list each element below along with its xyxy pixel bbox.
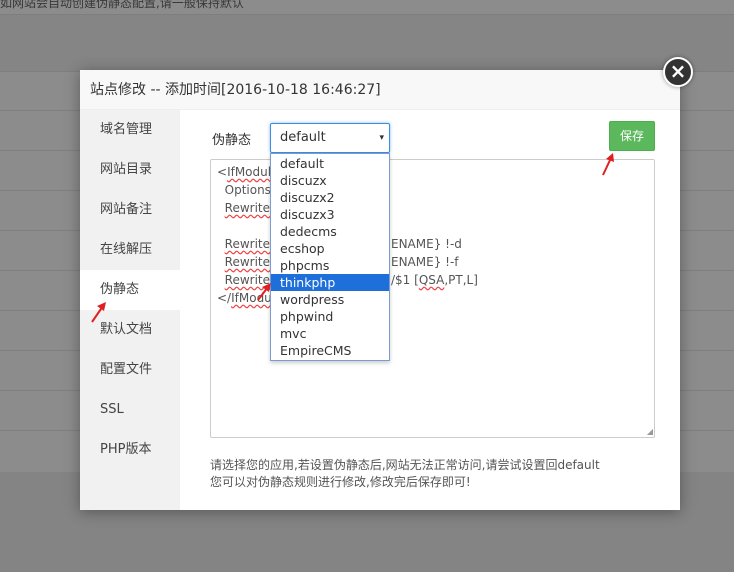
red-arrow-icon bbox=[257, 283, 271, 301]
red-arrow-icon bbox=[91, 302, 106, 323]
red-arrow-icon bbox=[602, 153, 614, 176]
annotation-arrows bbox=[91, 153, 614, 323]
